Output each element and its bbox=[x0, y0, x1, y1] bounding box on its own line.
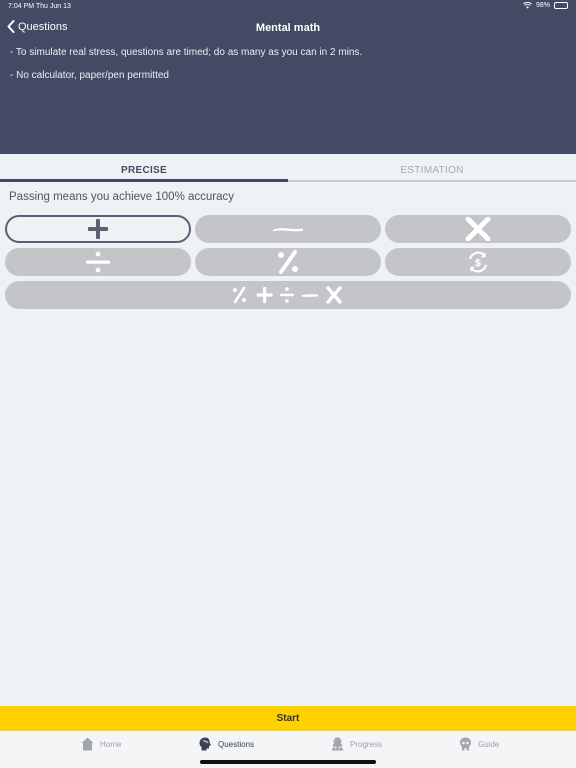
note-calculator: - No calculator, paper/pen permitted bbox=[10, 70, 169, 81]
home-indicator bbox=[200, 760, 376, 764]
plus-button[interactable] bbox=[5, 215, 191, 243]
percent-button[interactable] bbox=[195, 248, 381, 276]
wifi-icon bbox=[523, 2, 532, 9]
tab-divider bbox=[288, 180, 576, 182]
tab-precise[interactable]: PRECISE bbox=[0, 154, 288, 182]
status-time: 7:04 PM Thu Jun 13 bbox=[8, 3, 71, 10]
tabbar-label-questions: Questions bbox=[218, 739, 255, 749]
divide-button[interactable] bbox=[5, 248, 191, 276]
multiply-button[interactable] bbox=[385, 215, 571, 243]
tab-estimation[interactable]: ESTIMATION bbox=[288, 154, 576, 182]
status-bar: 7:04 PM Thu Jun 13 98% bbox=[0, 0, 576, 13]
passing-text: Passing means you achieve 100% accuracy bbox=[9, 191, 235, 203]
plus-icon bbox=[88, 219, 108, 239]
tabbar-label-progress: Progress bbox=[350, 739, 383, 749]
brain-icon bbox=[199, 737, 211, 751]
header: 7:04 PM Thu Jun 13 98% Questions Mental … bbox=[0, 0, 576, 154]
battery-icon bbox=[554, 2, 568, 9]
percent-icon bbox=[278, 250, 298, 274]
currency-button[interactable]: $ bbox=[385, 248, 571, 276]
all-operations-icon bbox=[233, 286, 342, 304]
multiply-icon bbox=[465, 217, 491, 241]
tabbar-item-home[interactable]: Home bbox=[81, 737, 121, 751]
progress-icon bbox=[331, 737, 344, 751]
svg-text:$: $ bbox=[475, 258, 482, 269]
tabbar-item-questions[interactable]: Questions bbox=[199, 737, 254, 751]
tabbar-label-guide: Guide bbox=[478, 739, 500, 749]
page-title: Mental math bbox=[255, 22, 321, 34]
divide-icon bbox=[86, 251, 110, 273]
guide-icon bbox=[460, 737, 471, 751]
tab-indicator bbox=[0, 179, 288, 182]
tabbar-label-home: Home bbox=[100, 739, 122, 749]
status-indicators: 98% bbox=[523, 2, 568, 9]
note-timed: - To simulate real stress, questions are… bbox=[10, 47, 363, 58]
start-button[interactable]: Start bbox=[0, 706, 576, 731]
battery-percent: 98% bbox=[535, 2, 550, 9]
currency-exchange-icon: $ bbox=[468, 251, 488, 273]
all-operations-button[interactable] bbox=[5, 281, 571, 309]
minus-button[interactable] bbox=[195, 215, 381, 243]
home-icon bbox=[81, 737, 94, 751]
tabbar-item-guide[interactable]: Guide bbox=[459, 737, 499, 751]
mode-tabs: PRECISE ESTIMATION bbox=[0, 154, 576, 182]
tabbar-item-progress[interactable]: Progress bbox=[331, 737, 382, 751]
minus-icon bbox=[273, 228, 303, 232]
